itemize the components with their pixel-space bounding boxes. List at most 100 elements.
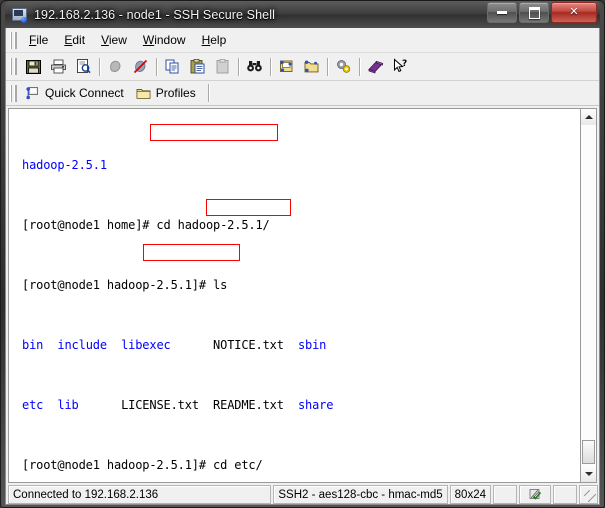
quick-connect-label: Quick Connect: [45, 86, 124, 100]
quickbar-drag-grip[interactable]: [10, 84, 17, 102]
resize-grip-icon: [584, 490, 596, 502]
new-file-transfer-icon: [280, 60, 293, 72]
paste-plain-icon: [216, 59, 229, 74]
profiles-label: Profiles: [155, 86, 196, 100]
toolbar-separator: [327, 57, 328, 76]
paste-button[interactable]: [185, 55, 210, 79]
terminal-gap: [107, 338, 121, 352]
file-transfer-icon: [304, 60, 319, 73]
window-title: 192.168.2.136 - node1 - SSH Secure Shell: [34, 7, 275, 22]
menu-view-label: iew: [108, 33, 127, 47]
vertical-scrollbar[interactable]: [580, 108, 597, 483]
status-indicator-2: [553, 485, 577, 504]
quick-connect-icon: [26, 86, 38, 99]
window-controls: ✕: [487, 2, 597, 23]
terminal-screen[interactable]: hadoop-2.5.1 [root@node1 home]# cd hadoo…: [8, 108, 580, 483]
find-icon: [247, 61, 262, 72]
scroll-down-button[interactable]: [581, 466, 596, 482]
toolbar-separator: [156, 57, 157, 76]
menu-window[interactable]: Window: [135, 30, 194, 50]
connect-button[interactable]: [103, 55, 128, 79]
menu-drag-grip[interactable]: [10, 31, 17, 49]
terminal-gap: [43, 398, 57, 412]
maximize-button[interactable]: [519, 2, 549, 23]
settings-button[interactable]: [331, 55, 356, 79]
scrollbar-track[interactable]: [581, 125, 596, 466]
help-book-icon: [368, 60, 384, 74]
terminal-line: hadoop-2.5.1: [22, 158, 580, 173]
close-icon: ✕: [569, 6, 579, 18]
toolbar-drag-grip[interactable]: [10, 58, 17, 75]
terminal-line: [root@node1 home]# cd hadoop-2.5.1/: [22, 218, 580, 233]
status-resize-grip[interactable]: [579, 485, 598, 504]
menu-edit[interactable]: Edit: [56, 30, 93, 50]
save-button[interactable]: [21, 55, 46, 79]
print-button[interactable]: [46, 55, 71, 79]
terminal-command: cd etc/: [213, 458, 263, 472]
folder-icon: [136, 88, 151, 99]
close-button[interactable]: ✕: [551, 2, 597, 23]
new-file-transfer-button[interactable]: [274, 55, 299, 79]
status-terminal-size: 80x24: [449, 485, 491, 504]
menu-file-label: ile: [36, 33, 49, 47]
terminal-line: etc lib LICENSE.txt README.txt share: [22, 398, 580, 413]
save-icon: [26, 60, 41, 74]
svg-text:?: ?: [402, 59, 407, 69]
terminal-dir: bin: [22, 338, 44, 352]
terminal-dir: etc: [22, 398, 44, 412]
terminal-dir: libexec: [121, 338, 171, 352]
status-encryption-indicator: [519, 485, 551, 504]
terminal-line: bin include libexec NOTICE.txt sbin: [22, 338, 580, 353]
maximize-icon: [528, 6, 540, 19]
quick-connect-button[interactable]: Quick Connect: [21, 84, 132, 103]
menu-help[interactable]: Help: [194, 30, 235, 50]
scroll-up-arrow-icon: [584, 115, 593, 119]
scroll-down-arrow-icon: [584, 472, 593, 476]
print-preview-icon: [77, 59, 91, 74]
profiles-button[interactable]: Profiles: [132, 84, 204, 103]
terminal-dir: lib: [57, 398, 79, 412]
paste-icon: [190, 59, 205, 74]
scroll-up-button[interactable]: [581, 109, 596, 125]
menu-view[interactable]: View: [93, 30, 135, 50]
terminal-area: hadoop-2.5.1 [root@node1 home]# cd hadoo…: [6, 106, 599, 484]
status-indicator-1: [493, 485, 517, 504]
help-book-button[interactable]: [363, 55, 388, 79]
context-help-button[interactable]: ?: [388, 55, 413, 79]
status-cipher: SSH2 - aes128-cbc - hmac-md5: [273, 485, 448, 504]
disconnect-icon: [133, 59, 148, 74]
status-bar: Connected to 192.168.2.136 SSH2 - aes128…: [6, 484, 599, 504]
terminal-text: hadoop-2.5.1 [root@node1 home]# cd hadoo…: [22, 113, 580, 482]
terminal-prompt: [root@node1 home]#: [22, 218, 157, 232]
minimize-button[interactable]: [487, 2, 517, 23]
menu-edit-label: dit: [72, 33, 86, 47]
find-button[interactable]: [242, 55, 267, 79]
copy-button[interactable]: [160, 55, 185, 79]
title-bar[interactable]: 192.168.2.136 - node1 - SSH Secure Shell…: [5, 1, 600, 28]
client-area: File Edit View Window Help ? Quick Conne…: [5, 28, 600, 505]
disconnect-button[interactable]: [128, 55, 153, 79]
file-transfer-button[interactable]: [299, 55, 324, 79]
ssh-secure-shell-window: 192.168.2.136 - node1 - SSH Secure Shell…: [0, 0, 605, 508]
toolbar-separator: [238, 57, 239, 76]
quickbar-filler: [207, 84, 599, 102]
terminal-file: LICENSE.txt README.txt: [78, 398, 298, 412]
menu-file[interactable]: File: [21, 30, 56, 50]
terminal-line: [root@node1 hadoop-2.5.1]# cd etc/: [22, 458, 580, 473]
terminal-line: [root@node1 hadoop-2.5.1]# ls: [22, 278, 580, 293]
minimize-icon: [497, 11, 507, 14]
toolbar-separator: [270, 57, 271, 76]
print-icon: [51, 59, 66, 74]
toolbar: ?: [6, 53, 599, 81]
menu-window-label: indow: [154, 33, 186, 47]
connect-icon: [110, 60, 121, 72]
terminal-prompt: [root@node1 hadoop-2.5.1]# ls: [22, 278, 228, 292]
terminal-dir: share: [297, 398, 334, 412]
menu-help-label: elp: [210, 33, 227, 47]
scrollbar-thumb[interactable]: [582, 440, 595, 464]
terminal-file: NOTICE.txt: [170, 338, 298, 352]
paste-plain-button[interactable]: [210, 55, 235, 79]
terminal-dir: hadoop-2.5.1: [22, 158, 107, 172]
print-preview-button[interactable]: [71, 55, 96, 79]
settings-icon: [337, 60, 351, 73]
